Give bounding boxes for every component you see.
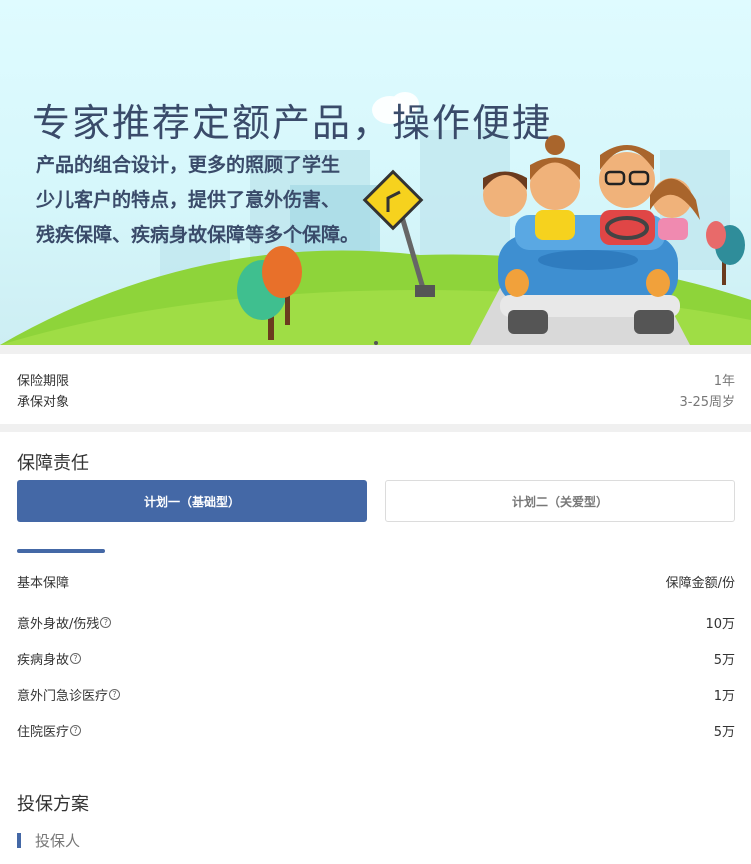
coverage-row: 意外身故/伤残 ? 10万 (17, 613, 735, 633)
coverage-row: 疾病身故 ? 5万 (17, 649, 735, 669)
banner-description: 产品的组合设计，更多的照顾了学生 少儿客户的特点，提供了意外伤害、 残疾保障、疾… (36, 148, 396, 253)
coverage-name: 意外门急诊医疗 (17, 689, 109, 704)
coverage-title: 保障责任 (17, 453, 89, 474)
applicant-label: 投保人 (35, 831, 81, 850)
coverage-amount: 10万 (705, 617, 735, 632)
coverage-header-amount: 保障金额/份 (665, 576, 735, 591)
coverage-header-label: 基本保障 (17, 576, 70, 591)
applicant-section-header: 投保人 (17, 830, 80, 850)
coverage-amount: 5万 (713, 653, 735, 668)
info-label: 承保对象 (17, 395, 70, 410)
coverage-amount: 5万 (713, 725, 735, 740)
product-banner: 专家推荐定额产品，操作便捷 产品的组合设计，更多的照顾了学生 少儿客户的特点，提… (0, 0, 751, 345)
banner-description-line: 残疾保障、疾病身故保障等多个保障。 (36, 224, 360, 246)
coverage-name: 住院医疗 (17, 725, 70, 740)
tab-plan-care[interactable]: 计划二（关爱型） (385, 480, 735, 522)
coverage-header: 基本保障 保障金额/份 (17, 572, 735, 592)
info-value: 1年 (713, 374, 735, 389)
section-divider (0, 424, 751, 432)
coverage-amount: 1万 (713, 689, 735, 704)
coverage-name: 疾病身故 (17, 653, 70, 668)
info-row-insured: 承保对象 3-25周岁 (17, 391, 735, 411)
help-icon[interactable]: ? (70, 653, 82, 664)
info-row-period: 保险期限 1年 (17, 370, 735, 390)
banner-description-line: 产品的组合设计，更多的照顾了学生 (36, 154, 341, 176)
help-icon[interactable]: ? (109, 689, 121, 700)
coverage-row: 意外门急诊医疗 ? 1万 (17, 685, 735, 705)
section-divider (0, 345, 751, 354)
coverage-name: 意外身故/伤残 (17, 617, 100, 632)
info-value: 3-25周岁 (679, 395, 735, 410)
tab-plan-basic[interactable]: 计划一（基础型） (17, 480, 367, 522)
banner-headline: 专家推荐定额产品，操作便捷 (32, 101, 553, 145)
help-icon[interactable]: ? (100, 617, 112, 628)
banner-description-line: 少儿客户的特点，提供了意外伤害、 (36, 189, 341, 211)
tab-indicator (17, 549, 105, 553)
info-label: 保险期限 (17, 374, 70, 389)
section-marker (17, 832, 21, 848)
coverage-row: 住院医疗 ? 5万 (17, 721, 735, 741)
plan-title: 投保方案 (17, 794, 89, 815)
help-icon[interactable]: ? (70, 725, 82, 736)
